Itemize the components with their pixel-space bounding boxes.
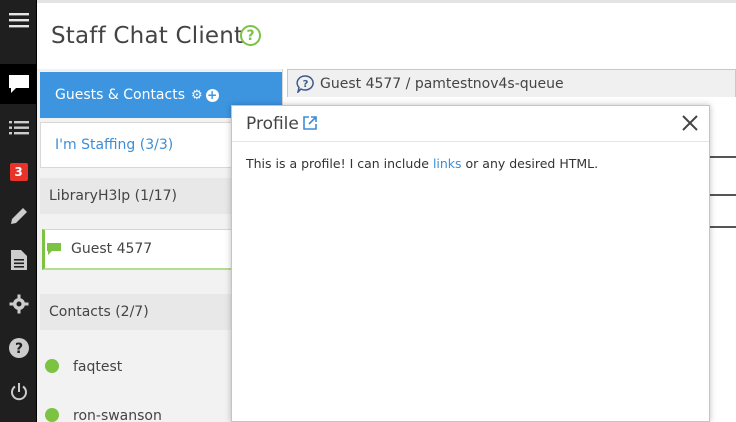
modal-body: This is a profile! I can include links o… — [246, 156, 598, 171]
list-icon — [8, 121, 29, 135]
profile-link[interactable]: links — [433, 156, 462, 171]
help-icon: ? — [8, 338, 29, 358]
modal-title: Profile — [246, 114, 299, 134]
contact-name: ron-swanson — [73, 408, 162, 422]
chat-tab-label: Guest 4577 / pamtestnov4s-queue — [320, 75, 564, 92]
pencil-icon — [10, 208, 27, 224]
close-icon[interactable] — [681, 114, 699, 132]
svg-text:?: ? — [14, 341, 22, 357]
guest-label: Guest 4577 — [71, 241, 153, 257]
help-icon[interactable]: ? — [240, 25, 261, 46]
online-status-icon — [45, 408, 59, 422]
tab-guests-label: Guests & Contacts — [55, 87, 185, 103]
document-icon — [10, 250, 27, 270]
menu-icon — [8, 13, 29, 28]
chat-tab[interactable]: ? Guest 4577 / pamtestnov4s-queue — [287, 69, 736, 97]
menu-button[interactable] — [0, 0, 37, 40]
chat-icon — [8, 75, 29, 93]
body-text-before: This is a profile! I can include — [246, 156, 433, 171]
modal-header: Profile — [232, 106, 709, 142]
online-status-icon — [45, 359, 59, 373]
gear-icon — [9, 294, 28, 314]
edit-nav-button[interactable] — [0, 196, 37, 236]
body-text-after: or any desired HTML. — [461, 156, 599, 171]
icon-rail: 3 ? — [0, 0, 37, 422]
question-bubble-icon: ? — [296, 75, 314, 93]
list-nav-button[interactable] — [0, 108, 37, 148]
chat-nav-button[interactable] — [0, 64, 37, 104]
external-link-icon[interactable] — [303, 116, 317, 130]
document-nav-button[interactable] — [0, 240, 37, 280]
app-header: Staff Chat Client ? — [37, 3, 736, 69]
settings-nav-button[interactable] — [0, 284, 37, 324]
chat-bubble-icon — [47, 243, 61, 255]
add-icon[interactable]: + — [205, 88, 219, 102]
queue-count-button[interactable]: 3 — [0, 152, 37, 192]
app-title: Staff Chat Client — [51, 23, 244, 49]
logout-nav-button[interactable] — [0, 372, 37, 412]
help-nav-button[interactable]: ? — [0, 328, 37, 368]
contact-name: faqtest — [73, 359, 123, 375]
svg-text:?: ? — [303, 79, 309, 90]
gear-icon[interactable]: ⚙ — [191, 88, 203, 103]
power-icon — [10, 383, 27, 401]
badge-icon: 3 — [9, 163, 28, 181]
profile-modal: Profile This is a profile! I can include… — [231, 105, 710, 422]
